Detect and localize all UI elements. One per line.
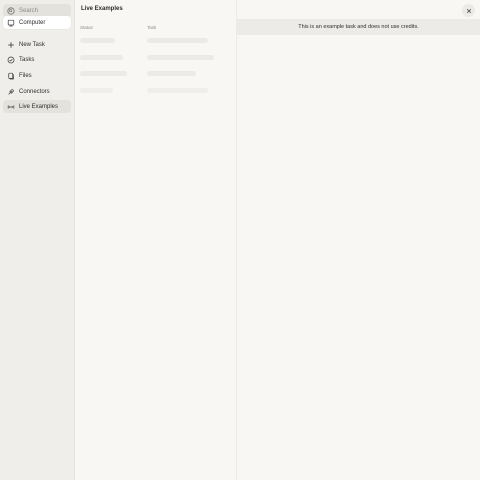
column-header-status: Status bbox=[80, 25, 93, 30]
loading-placeholder bbox=[80, 55, 123, 60]
search-icon bbox=[7, 6, 15, 15]
task-detail-panel: This is an example task and does not use… bbox=[237, 0, 480, 480]
files-icon bbox=[7, 72, 15, 80]
loading-placeholder bbox=[80, 71, 127, 76]
close-icon bbox=[466, 8, 471, 13]
loading-placeholder bbox=[80, 38, 115, 43]
sidebar-item-live-examples[interactable]: Live Examples bbox=[3, 100, 71, 113]
connector-icon bbox=[7, 88, 15, 96]
sidebar-item-label: Files bbox=[19, 72, 32, 79]
sidebar-item-label: Live Examples bbox=[19, 103, 59, 110]
plus-icon bbox=[7, 41, 15, 49]
computer-icon bbox=[7, 19, 15, 27]
sidebar-item-label: Tasks bbox=[19, 56, 35, 63]
sidebar-item-connectors[interactable]: Connectors bbox=[3, 85, 71, 98]
search-label: Search bbox=[19, 7, 39, 14]
app-window: Search Computer New Task Tasks Files Con… bbox=[0, 0, 480, 480]
loading-placeholder bbox=[147, 38, 208, 43]
sidebar-item-files[interactable]: Files bbox=[3, 69, 71, 82]
sidebar-item-label: Computer bbox=[19, 19, 46, 26]
sidebar-item-tasks[interactable]: Tasks bbox=[3, 53, 71, 66]
close-button[interactable] bbox=[462, 4, 475, 17]
loading-placeholder bbox=[147, 71, 196, 76]
sidebar: Search Computer New Task Tasks Files Con… bbox=[0, 0, 75, 480]
live-examples-icon bbox=[7, 103, 15, 111]
sidebar-item-label: New Task bbox=[19, 41, 45, 48]
example-task-banner: This is an example task and does not use… bbox=[237, 19, 480, 35]
sidebar-item-computer[interactable]: Computer bbox=[3, 16, 71, 29]
loading-placeholder bbox=[147, 88, 208, 93]
sidebar-item-new-task[interactable]: New Task bbox=[3, 38, 71, 51]
live-examples-list: Live Examples Status Task bbox=[75, 0, 237, 480]
loading-placeholder bbox=[80, 88, 113, 93]
sidebar-item-label: Connectors bbox=[19, 88, 50, 95]
page-title: Live Examples bbox=[81, 6, 123, 12]
check-circle-icon bbox=[7, 56, 15, 64]
banner-text: This is an example task and does not use… bbox=[298, 24, 419, 30]
loading-placeholder bbox=[147, 55, 214, 60]
column-header-task: Task bbox=[147, 25, 157, 30]
